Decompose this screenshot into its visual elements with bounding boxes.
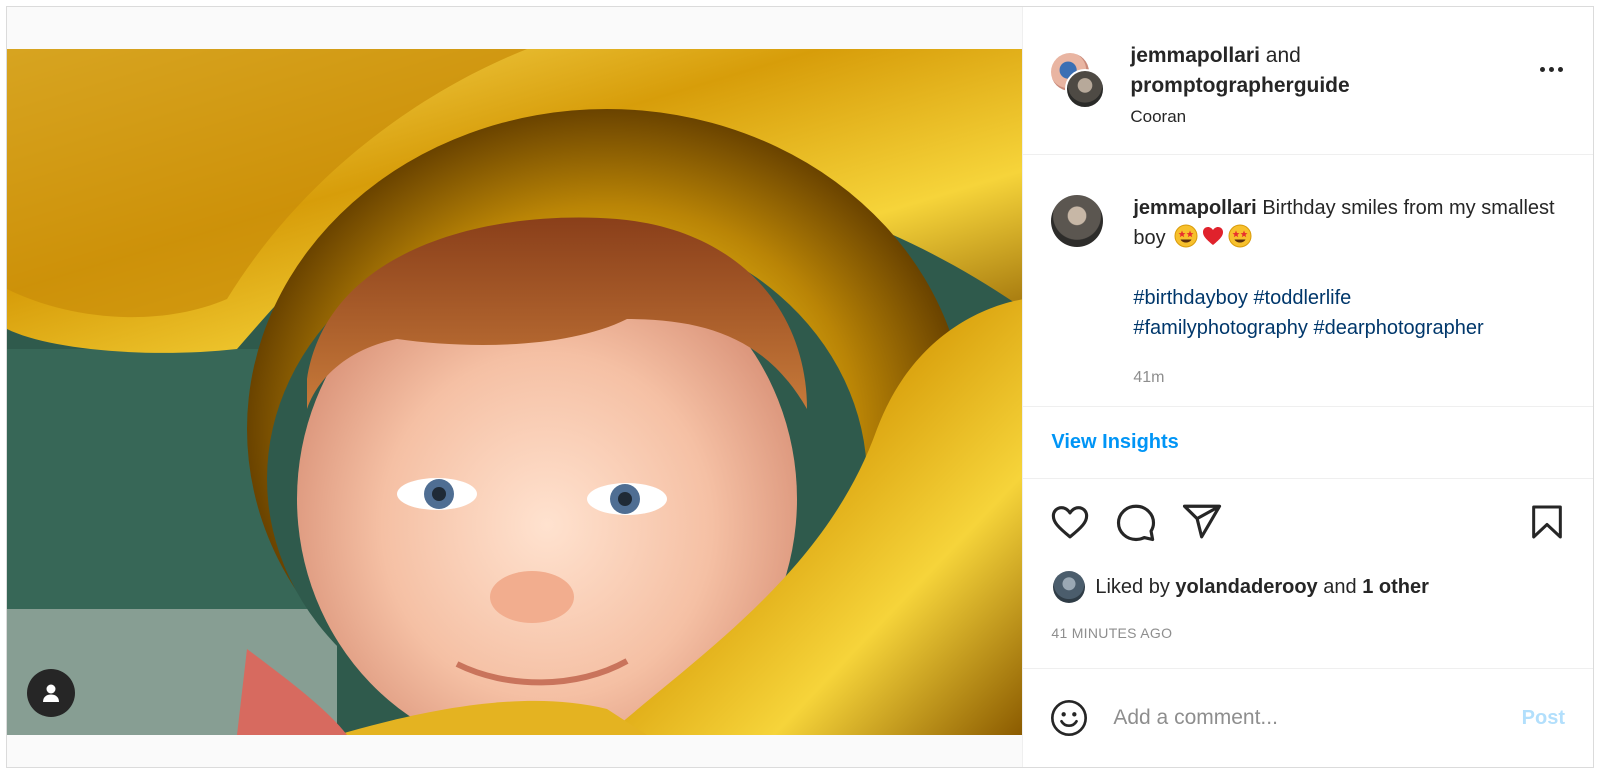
caption-username-link[interactable]: jemmapollari [1133,197,1256,219]
star-struck-emoji [1174,224,1198,248]
caption-timestamp[interactable]: 41m [1133,369,1164,387]
photo-illustration [7,49,1023,735]
save-button[interactable] [1527,501,1567,543]
liked-by-label: Liked by [1095,575,1170,598]
insights-row: View Insights [1023,407,1593,479]
hashtag-link[interactable]: #birthdayboy #toddlerlife [1133,283,1573,313]
view-insights-link[interactable]: View Insights [1051,431,1178,454]
collaborator-username-link[interactable]: promptographerguide [1130,74,1349,97]
comment-input[interactable] [1113,706,1474,730]
comment-icon[interactable] [1115,501,1157,543]
post-photo[interactable] [7,49,1023,735]
avatar[interactable] [1051,195,1104,247]
post-media-area [7,7,1024,767]
post-timestamp[interactable]: 41 MINUTES AGO [1051,625,1172,641]
post-caption: jemmapollari Birthday smiles from my sma… [1023,155,1593,407]
avatar[interactable] [1053,571,1086,603]
other-likes-link[interactable]: 1 other [1362,576,1429,599]
post-dialog: jemmapollari and promptographerguide Coo… [6,6,1594,768]
post-actions: Liked by yolandaderooy and 1 other 41 MI… [1023,479,1593,669]
author-connector: and [1265,44,1301,67]
post-sidebar: jemmapollari and promptographerguide Coo… [1023,7,1593,767]
hashtag-link[interactable]: #familyphotography #dearphotographer [1133,313,1573,343]
share-icon[interactable] [1181,501,1223,543]
red-heart-emoji [1203,227,1224,245]
collab-avatars[interactable] [1051,53,1107,109]
hashtags: #birthdayboy #toddlerlife #familyphotogr… [1133,283,1573,343]
caption-text: jemmapollari Birthday smiles from my sma… [1133,193,1573,343]
post-authors: jemmapollari and promptographerguide Coo… [1130,41,1490,127]
post-comment-button[interactable]: Post [1522,707,1565,730]
heart-icon[interactable] [1049,501,1091,543]
user-tag-icon [43,684,59,702]
smiley-icon[interactable] [1049,698,1089,738]
likes-summary: Liked by yolandaderooy and 1 other [1053,571,1429,603]
more-icon[interactable] [1540,67,1563,72]
liker-username-link[interactable]: yolandaderooy [1175,576,1317,599]
avatar[interactable] [1065,69,1106,109]
location-link[interactable]: Cooran [1130,107,1490,127]
star-struck-emoji [1228,224,1252,248]
likes-and-label: and [1323,575,1357,598]
bookmark-icon [1532,505,1562,539]
comment-bar: Post [1023,669,1593,767]
author-username-link[interactable]: jemmapollari [1130,44,1260,67]
action-icons [1049,501,1223,543]
post-header: jemmapollari and promptographerguide Coo… [1023,7,1593,155]
user-tag-button[interactable] [27,669,75,717]
